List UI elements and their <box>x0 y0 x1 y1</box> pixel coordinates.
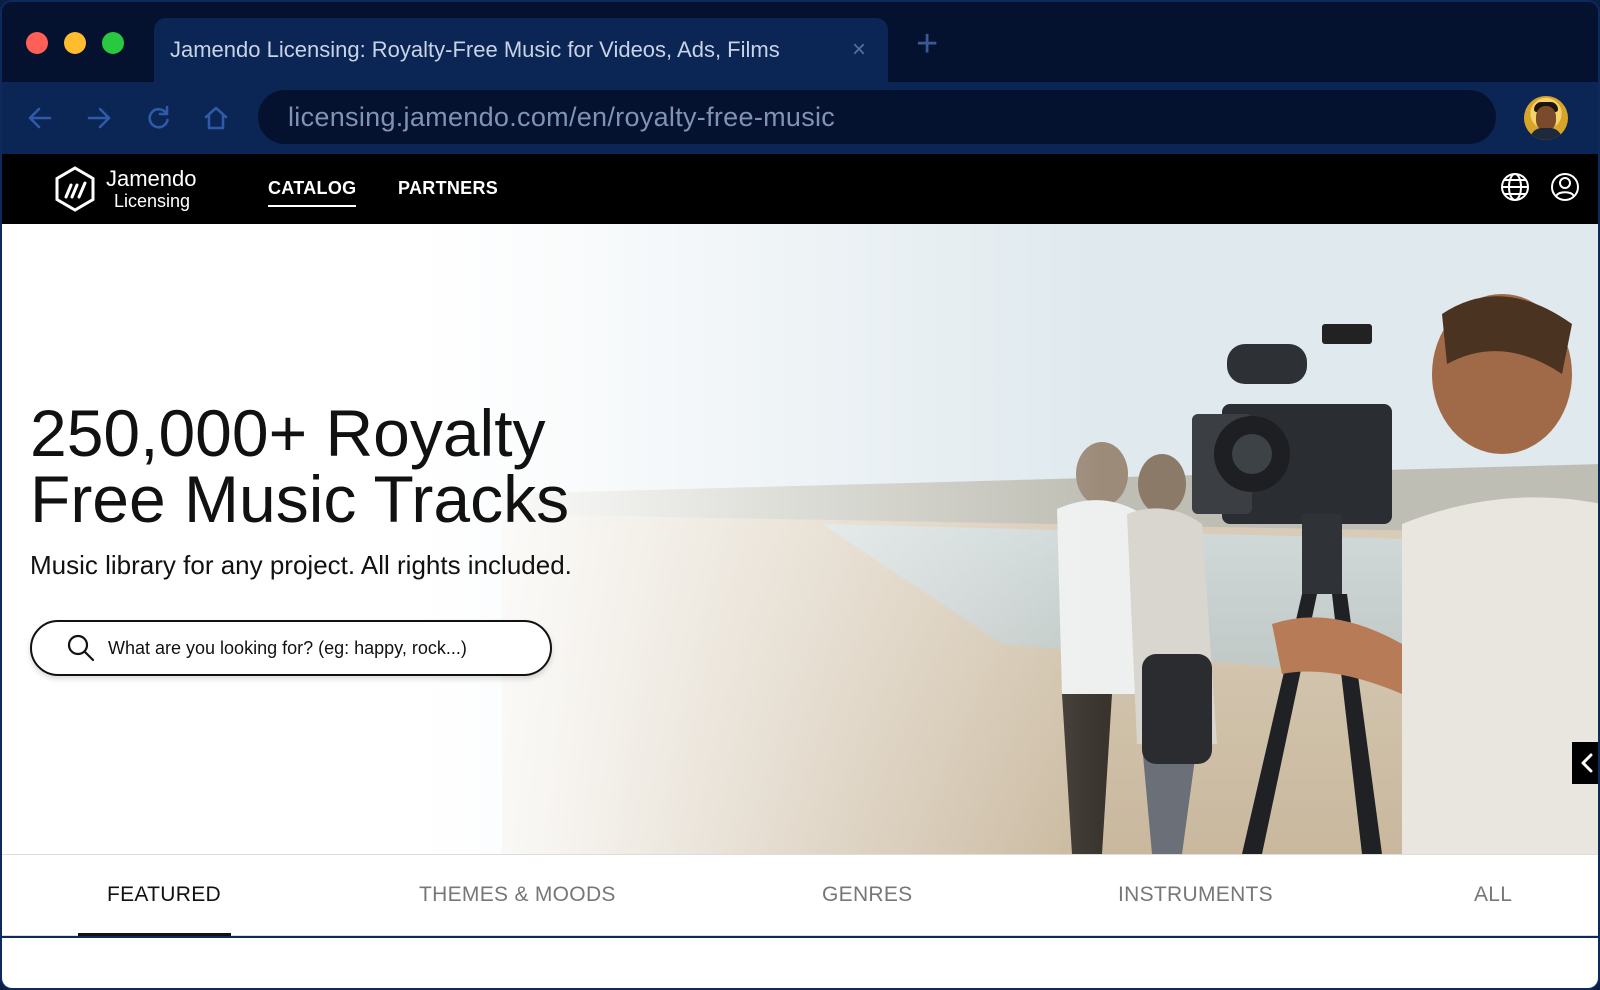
close-window-button[interactable] <box>26 32 48 54</box>
profile-avatar[interactable] <box>1524 96 1568 140</box>
jamendo-hexagon-icon <box>55 166 95 212</box>
tab-all[interactable]: ALL <box>1474 883 1512 907</box>
page-content-area <box>2 936 1598 988</box>
tab-bar: Jamendo Licensing: Royalty-Free Music fo… <box>2 2 1598 82</box>
address-bar[interactable]: licensing.jamendo.com/en/royalty-free-mu… <box>258 90 1496 144</box>
logo-line1: Jamendo <box>106 166 197 191</box>
nav-partners-link[interactable]: PARTNERS <box>398 178 498 199</box>
user-account-icon[interactable] <box>1548 170 1582 204</box>
jamendo-logo[interactable]: Jamendo Licensing <box>54 166 197 212</box>
nav-catalog-link[interactable]: CATALOG <box>268 178 357 207</box>
browser-tab[interactable]: Jamendo Licensing: Royalty-Free Music fo… <box>154 18 888 82</box>
hero-title-line2: Free Music Tracks <box>30 462 570 536</box>
category-tabs: FEATURED THEMES & MOODS GENRES INSTRUMEN… <box>2 854 1598 936</box>
browser-toolbar: licensing.jamendo.com/en/royalty-free-mu… <box>2 82 1598 154</box>
tab-genres[interactable]: GENRES <box>822 883 913 907</box>
site-header: Jamendo Licensing CATALOG PARTNERS <box>2 154 1598 224</box>
tab-featured[interactable]: FEATURED <box>107 883 221 907</box>
hero-fade-overlay <box>2 224 1102 854</box>
tab-title: Jamendo Licensing: Royalty-Free Music fo… <box>170 37 780 62</box>
url-text: licensing.jamendo.com/en/royalty-free-mu… <box>288 101 836 132</box>
hero-title: 250,000+ Royalty Free Music Tracks <box>30 400 650 532</box>
home-icon[interactable] <box>198 100 234 136</box>
tab-close-icon[interactable]: × <box>852 36 866 64</box>
browser-window: Jamendo Licensing: Royalty-Free Music fo… <box>0 0 1600 990</box>
hero-section: 250,000+ Royalty Free Music Tracks Music… <box>2 224 1598 854</box>
search-icon <box>67 634 95 662</box>
chevron-left-icon <box>1581 753 1593 773</box>
globe-icon[interactable] <box>1498 170 1532 204</box>
hero-title-line1: 250,000+ Royalty <box>30 396 546 470</box>
back-arrow-icon[interactable] <box>22 100 58 136</box>
tab-instruments[interactable]: INSTRUMENTS <box>1118 883 1273 907</box>
minimize-window-button[interactable] <box>64 32 86 54</box>
search-input[interactable] <box>108 637 528 659</box>
side-panel-toggle[interactable] <box>1572 742 1598 784</box>
search-box[interactable] <box>30 620 552 676</box>
maximize-window-button[interactable] <box>102 32 124 54</box>
forward-arrow-icon[interactable] <box>81 100 117 136</box>
new-tab-button[interactable]: + <box>916 25 938 63</box>
reload-icon[interactable] <box>140 100 176 136</box>
hero-subtitle: Music library for any project. All right… <box>30 550 572 580</box>
logo-line2: Licensing <box>114 191 191 211</box>
tab-themes-moods[interactable]: THEMES & MOODS <box>419 883 616 907</box>
